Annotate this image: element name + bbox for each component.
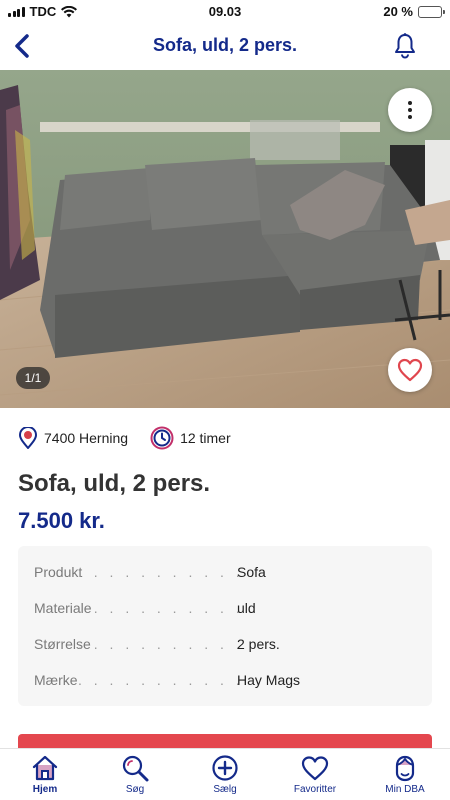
tab-favoritter[interactable]: Favoritter (270, 749, 360, 800)
tab-label: Søg (125, 784, 145, 795)
chevron-left-icon[interactable] (10, 32, 36, 60)
tab-saelg[interactable]: Sælg (180, 749, 270, 800)
tab-label: Favoritter (293, 784, 337, 795)
spec-leader: . . . . . . . . . . . . . . . (78, 636, 248, 652)
more-options-button[interactable] (388, 88, 432, 132)
search-icon (122, 755, 149, 782)
spec-leader: . . . . . . . . . . . . . . . (78, 672, 248, 688)
spec-row-storrelse: Størrelse . . . . . . . . . . . . . . . … (26, 626, 424, 662)
clock-icon (150, 426, 174, 450)
location-label: 7400 Herning (44, 430, 129, 446)
tab-label: Min DBA (385, 784, 425, 795)
heart-icon (301, 756, 329, 781)
listing-photo[interactable]: 1/1 (0, 70, 450, 408)
specs-table: Produkt . . . . . . . . . . . . . . . So… (18, 546, 432, 706)
heart-icon (397, 358, 423, 382)
page-title: Sofa, uld, 2 pers. (152, 35, 298, 55)
tab-hjem[interactable]: Hjem (0, 749, 90, 800)
plus-circle-icon (212, 755, 238, 781)
listing-screen: TDC 09.03 20 % Sofa, uld, 2 pers. 1/1 74… (0, 0, 450, 800)
spec-leader: . . . . . . . . . . . . . . . (78, 564, 248, 580)
vertical-dots-icon (408, 101, 412, 119)
listing-title: Sofa, uld, 2 pers. (18, 470, 211, 497)
favorite-button[interactable] (388, 348, 432, 392)
spec-value: Hay Mags (237, 672, 301, 688)
spec-value: Sofa (237, 564, 266, 580)
image-counter: 1/1 (16, 367, 50, 389)
spec-row-produkt: Produkt . . . . . . . . . . . . . . . So… (26, 554, 424, 590)
top-nav: Sofa, uld, 2 pers. (0, 24, 450, 70)
location-pin-icon (18, 427, 38, 449)
location-info: 7400 Herning (18, 427, 128, 449)
battery-icon (418, 5, 445, 18)
spec-row-maerke: Mærke . . . . . . . . . . . . . . . Hay … (26, 662, 424, 698)
spec-leader: . . . . . . . . . . . . . . . (78, 600, 248, 616)
tab-min-dba[interactable]: Min DBA (360, 749, 450, 800)
tab-sog[interactable]: Søg (90, 749, 180, 800)
battery-percent: 20 % (383, 4, 413, 19)
bottom-tab-bar: Hjem Søg Sælg Favoritter Min DBA (0, 748, 450, 800)
spec-value: uld (237, 600, 256, 616)
spec-row-materiale: Materiale . . . . . . . . . . . . . . . … (26, 590, 424, 626)
profile-icon (395, 755, 415, 782)
spec-value: 2 pers. (237, 636, 280, 652)
age-info: 12 timer (150, 426, 231, 450)
age-label: 12 timer (180, 430, 231, 446)
spec-label: Produkt (34, 564, 83, 580)
spec-label: Mærke (34, 672, 78, 688)
tab-label: Sælg (213, 784, 237, 795)
listing-price: 7.500 kr. (18, 508, 105, 533)
status-bar: TDC 09.03 20 % (0, 0, 450, 24)
sofa-photo (0, 70, 450, 408)
bell-icon[interactable] (392, 32, 418, 60)
status-right: 20 % (383, 4, 445, 19)
listing-meta: 7400 Herning 12 timer (18, 424, 432, 452)
home-icon (32, 755, 58, 781)
tab-label: Hjem (32, 784, 58, 795)
